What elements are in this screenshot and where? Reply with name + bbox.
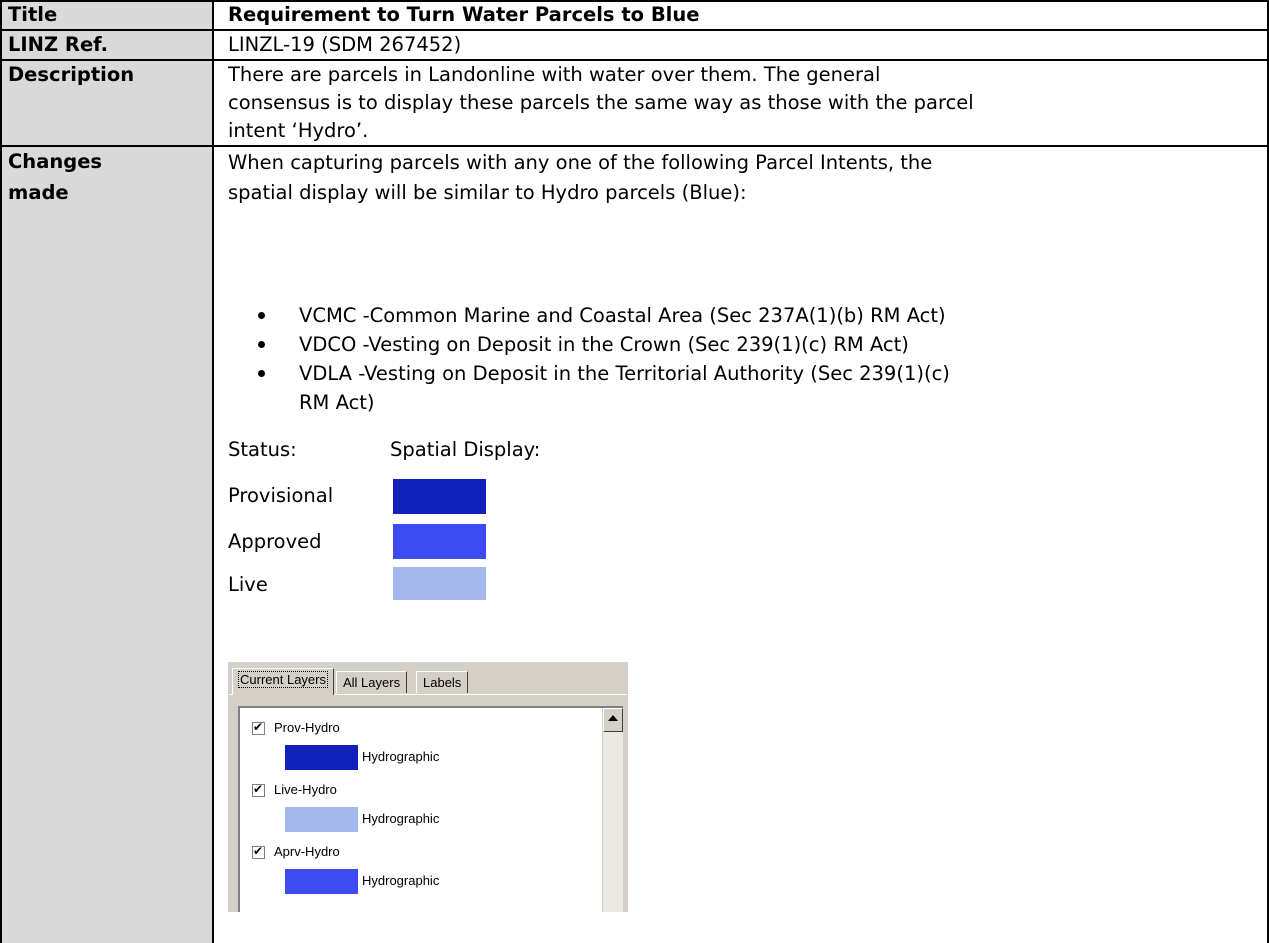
layer-color-swatch [285, 869, 358, 894]
layer-color-swatch [285, 745, 358, 770]
tab-current-layers[interactable]: Current Layers [232, 668, 334, 695]
tab-all-layers[interactable]: All Layers [336, 671, 408, 693]
spatial-display-header: Spatial Display: [390, 438, 541, 461]
row-divider [0, 29, 1269, 31]
title-label: Title [8, 3, 58, 26]
layer-checkbox[interactable] [252, 720, 265, 735]
live-swatch [393, 567, 486, 600]
changes-intro-line: spatial display will be similar to Hydro… [228, 181, 747, 204]
legend-status-provisional: Provisional [228, 484, 334, 507]
bullet-text: RM Act) [299, 391, 375, 414]
layer-name: Prov-Hydro [274, 720, 340, 735]
layer-checkbox[interactable] [252, 844, 265, 859]
changes-label-line1: Changes [8, 150, 103, 173]
changes-intro-line: When capturing parcels with any one of t… [228, 151, 933, 174]
tab-label: All Layers [343, 675, 401, 690]
list-item: VDCO -Vesting on Deposit in the Crown (S… [228, 330, 950, 359]
bullet-icon [258, 312, 265, 319]
layer-name: Aprv-Hydro [274, 844, 340, 859]
label-column [0, 0, 213, 943]
row-divider [0, 145, 1269, 147]
status-header: Status: [228, 438, 297, 461]
ref-value: LINZL-19 (SDM 267452) [228, 33, 462, 56]
layer-panel-screenshot: Current Layers All Layers Labels Prov-Hy… [228, 662, 628, 912]
intent-bullet-list: VCMC -Common Marine and Coastal Area (Se… [228, 301, 950, 417]
title-value: Requirement to Turn Water Parcels to Blu… [228, 3, 700, 26]
changes-label-line2: made [8, 181, 69, 204]
description-line: consensus is to display these parcels th… [228, 91, 974, 114]
legend-status-approved: Approved [228, 530, 322, 553]
table-column-divider [212, 0, 214, 943]
layer-class-label: Hydrographic [362, 749, 440, 764]
tab-panel: Prov-Hydro Hydrographic Live-Hydro Hydro… [229, 694, 627, 912]
approved-swatch [393, 524, 486, 559]
list-item-continuation: RM Act) [228, 388, 950, 417]
bullet-text: VDCO -Vesting on Deposit in the Crown (S… [299, 333, 909, 356]
layer-class-label: Hydrographic [362, 873, 440, 888]
description-label: Description [8, 63, 135, 86]
table-border-left [0, 0, 2, 943]
description-line: There are parcels in Landonline with wat… [228, 63, 881, 86]
tab-labels[interactable]: Labels [416, 671, 469, 693]
layer-color-swatch [285, 807, 358, 832]
bullet-text: VDLA -Vesting on Deposit in the Territor… [299, 362, 950, 385]
ref-label: LINZ Ref. [8, 33, 108, 56]
description-line: intent ‘Hydro’. [228, 119, 369, 142]
layer-name: Live-Hydro [274, 782, 337, 797]
tab-label: Labels [423, 675, 462, 690]
vertical-scrollbar[interactable] [602, 708, 623, 912]
legend-status-live: Live [228, 573, 268, 596]
requirement-table: Title Requirement to Turn Water Parcels … [0, 0, 1269, 943]
bullet-icon [258, 370, 265, 377]
list-item: VDLA -Vesting on Deposit in the Territor… [228, 359, 950, 388]
bullet-text: VCMC -Common Marine and Coastal Area (Se… [299, 304, 946, 327]
layer-list[interactable]: Prov-Hydro Hydrographic Live-Hydro Hydro… [238, 706, 623, 912]
layer-class-label: Hydrographic [362, 811, 440, 826]
provisional-swatch [393, 479, 486, 514]
layer-checkbox[interactable] [252, 782, 265, 797]
scroll-up-icon[interactable] [603, 708, 623, 732]
list-item: VCMC -Common Marine and Coastal Area (Se… [228, 301, 950, 330]
bullet-icon [258, 341, 265, 348]
tab-label: Current Layers [238, 671, 328, 688]
